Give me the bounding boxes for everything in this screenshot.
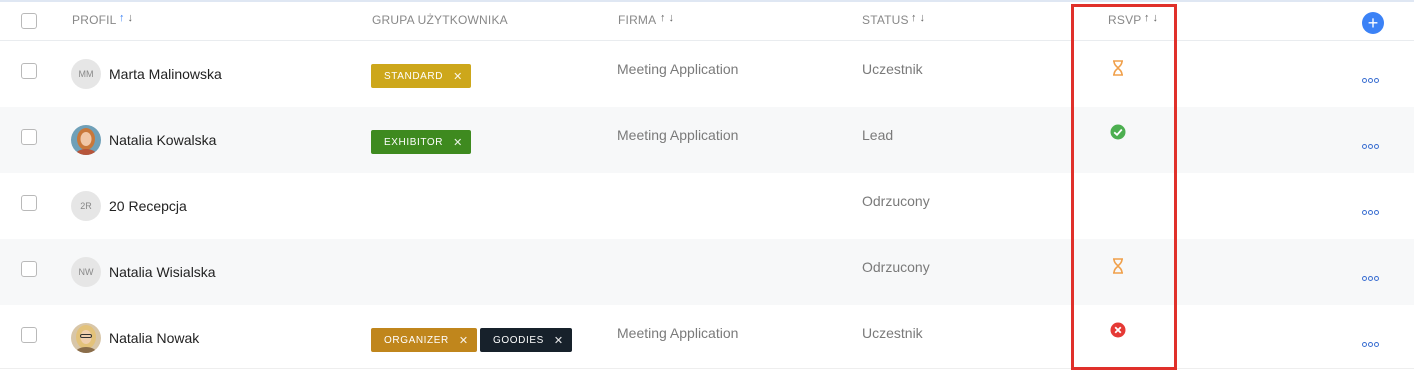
group-tag: STANDARD ✕ <box>371 64 471 88</box>
row-checkbox[interactable] <box>21 261 37 277</box>
sort-company[interactable]: ↑ ↓ <box>660 12 674 24</box>
status-cell: Lead <box>862 127 894 143</box>
dot-icon <box>1374 210 1379 215</box>
table-row: MM Marta Malinowska STANDARD ✕ Meeting A… <box>0 41 1414 107</box>
dot-icon <box>1362 342 1367 347</box>
company-cell: Meeting Application <box>617 127 739 143</box>
table-row: 2R 20 Recepcja Odrzucony <box>0 173 1414 239</box>
column-header-status[interactable]: STATUS <box>862 13 909 27</box>
rsvp-column-highlight <box>1071 4 1177 370</box>
dot-icon <box>1362 210 1367 215</box>
status-cell: Uczestnik <box>862 61 923 77</box>
dot-icon <box>1368 276 1373 281</box>
row-more-menu[interactable] <box>1362 202 1386 215</box>
row-more-menu[interactable] <box>1362 70 1386 83</box>
group-tag-label: STANDARD <box>384 70 444 82</box>
row-checkbox[interactable] <box>21 195 37 211</box>
group-tag: EXHIBITOR ✕ <box>371 130 471 154</box>
table-row: NW Natalia Wisialska Odrzucony <box>0 239 1414 305</box>
sort-asc-icon[interactable]: ↑ <box>660 12 666 24</box>
group-tag: ORGANIZER ✕ <box>371 328 477 352</box>
dot-icon <box>1368 342 1373 347</box>
sort-desc-icon[interactable]: ↓ <box>920 12 926 24</box>
add-column-button[interactable]: + <box>1362 12 1384 34</box>
dot-icon <box>1362 78 1367 83</box>
avatar: 2R <box>71 191 101 221</box>
group-tag-label: ORGANIZER <box>384 334 449 346</box>
avatar: NW <box>71 257 101 287</box>
table-row: Natalia Nowak ORGANIZER ✕ GOODIES ✕ Meet… <box>0 305 1414 371</box>
row-checkbox[interactable] <box>21 327 37 343</box>
sort-asc-icon[interactable]: ↑ <box>911 12 917 24</box>
dot-icon <box>1368 78 1373 83</box>
profile-name[interactable]: Natalia Nowak <box>109 330 199 346</box>
sort-desc-icon[interactable]: ↓ <box>128 12 134 24</box>
dot-icon <box>1374 342 1379 347</box>
status-cell: Odrzucony <box>862 259 930 275</box>
column-header-group: GRUPA UŻYTKOWNIKA <box>372 13 508 27</box>
dot-icon <box>1374 276 1379 281</box>
row-checkbox[interactable] <box>21 129 37 145</box>
group-tag: GOODIES ✕ <box>480 328 572 352</box>
status-cell: Uczestnik <box>862 325 923 341</box>
table-row: Natalia Kowalska EXHIBITOR ✕ Meeting App… <box>0 107 1414 173</box>
profile-name[interactable]: 20 Recepcja <box>109 198 187 214</box>
table-bottom-border <box>0 368 1414 369</box>
table-header: PROFIL ↑ ↓ GRUPA UŻYTKOWNIKA FIRMA ↑ ↓ STA… <box>0 2 1414 41</box>
remove-tag-icon[interactable]: ✕ <box>453 136 463 149</box>
column-header-profile[interactable]: PROFIL <box>72 13 117 27</box>
company-cell: Meeting Application <box>617 325 739 341</box>
profile-name[interactable]: Natalia Kowalska <box>109 132 216 148</box>
remove-tag-icon[interactable]: ✕ <box>459 334 469 347</box>
select-all-checkbox[interactable] <box>21 13 37 29</box>
sort-profile[interactable]: ↑ ↓ <box>119 12 133 24</box>
row-more-menu[interactable] <box>1362 268 1386 281</box>
company-cell: Meeting Application <box>617 61 739 77</box>
row-more-menu[interactable] <box>1362 334 1386 347</box>
avatar-photo <box>71 125 101 155</box>
sort-desc-icon[interactable]: ↓ <box>669 12 675 24</box>
remove-tag-icon[interactable]: ✕ <box>453 70 463 83</box>
avatar-photo <box>71 323 101 353</box>
profile-name[interactable]: Marta Malinowska <box>109 66 222 82</box>
row-checkbox[interactable] <box>21 63 37 79</box>
group-tag-label: EXHIBITOR <box>384 136 444 148</box>
dot-icon <box>1374 78 1379 83</box>
sort-status[interactable]: ↑ ↓ <box>911 12 925 24</box>
dot-icon <box>1368 210 1373 215</box>
status-cell: Odrzucony <box>862 193 930 209</box>
dot-icon <box>1374 144 1379 149</box>
avatar: MM <box>71 59 101 89</box>
sort-asc-icon[interactable]: ↑ <box>119 12 125 24</box>
row-more-menu[interactable] <box>1362 136 1386 149</box>
group-tag-label: GOODIES <box>493 334 544 346</box>
dot-icon <box>1368 144 1373 149</box>
profile-name[interactable]: Natalia Wisialska <box>109 264 216 280</box>
remove-tag-icon[interactable]: ✕ <box>554 334 564 347</box>
column-header-company[interactable]: FIRMA <box>618 13 656 27</box>
dot-icon <box>1362 276 1367 281</box>
dot-icon <box>1362 144 1367 149</box>
